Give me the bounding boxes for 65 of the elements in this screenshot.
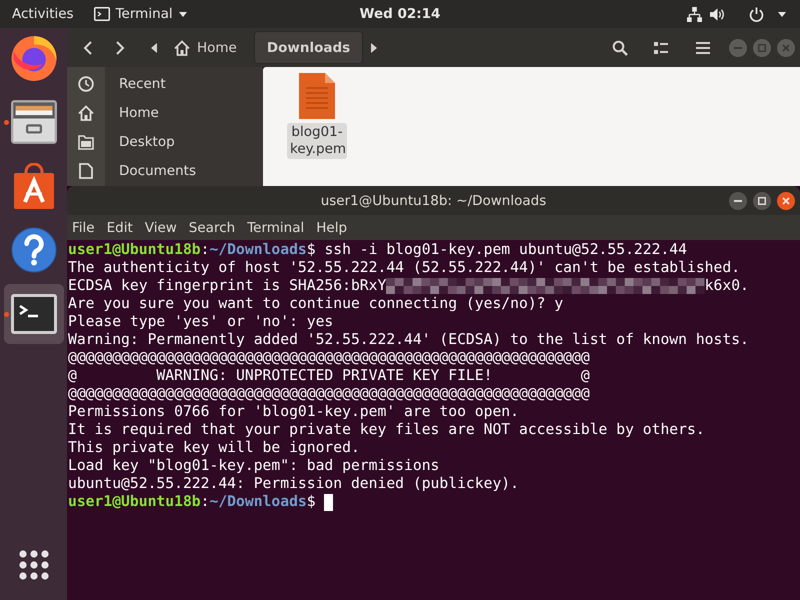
power-icon[interactable] [749,6,764,22]
chevron-left-icon[interactable] [83,40,93,56]
list-view-icon[interactable] [653,40,669,56]
menu-item[interactable]: Help [313,218,350,238]
search-icon[interactable] [612,40,628,56]
menu-item[interactable]: Edit [104,218,136,238]
app-grid-icon[interactable] [18,550,48,580]
terminal-line: user1@Ubuntu18b:~/Downloads$ ssh -i blog01-key.pem ubuntu@52.55.222.44 [68,241,687,259]
home-icon [174,40,190,56]
terminal-line: It is required that your private key files are NOT accessible by others. [68,421,705,439]
terminal-line: user1@Ubuntu18b:~/Downloads$ [68,493,316,511]
chevron-right-icon[interactable] [115,40,125,56]
menu-item[interactable]: Terminal [244,218,308,238]
document-icon[interactable] [299,73,335,119]
terminal-line: Warning: Permanently added '52.55.222.44' (ECDSA) to the list of known hosts. [68,331,749,349]
terminal-icon [10,291,56,337]
terminal-line: This private key will be ignored. [68,439,360,457]
caret-icon [178,12,187,16]
menu-icon[interactable] [695,40,711,56]
terminal-line: Load key "blog01-key.pem": bad permissions [68,457,440,475]
file-cabinet-icon [10,99,56,145]
help-icon [10,227,56,273]
caret-icon[interactable] [778,12,786,16]
minimize-button[interactable] [729,192,747,210]
terminal-line: k6x0. [704,277,749,295]
close-button[interactable] [777,192,795,210]
sidebar-item[interactable]: Desktop [67,127,263,156]
window-title: user1@Ubuntu18b: ~/Downloads [320,192,546,208]
clock-icon [78,76,94,92]
terminal-line: The authenticity of host '52.55.222.44 (52.55.222.44)' can't be established. [68,259,740,277]
terminal-line: ECDSA key fingerprint is SHA256:bRxY [68,277,386,295]
terminal-icon [94,7,110,21]
volume-icon[interactable] [710,6,725,22]
browser-icon [10,35,56,81]
maximize-icon [758,44,766,52]
sidebar-item[interactable]: Recent [67,69,263,98]
menu-item[interactable]: View [142,218,180,238]
activities-button[interactable]: Activities [12,3,74,25]
sidebar-item[interactable]: Home [67,98,263,127]
triangle-left-icon[interactable] [151,42,157,52]
maximize-button[interactable] [753,192,771,210]
menu-item[interactable]: File [69,218,98,238]
menu-item[interactable]: Search [186,218,238,238]
terminal-line: @@@@@@@@@@@@@@@@@@@@@@@@@@@@@@@@@@@@@@@@@@@@@@@@@@@@@@@@@@@ [68,349,590,367]
terminal-line: Are you sure you want to continue connecting (yes/no)? y [68,295,564,313]
path-button[interactable]: Downloads [254,31,364,64]
terminal-line: @@@@@@@@@@@@@@@@@@@@@@@@@@@@@@@@@@@@@@@@@@@@@@@@@@@@@@@@@@@ [68,385,590,403]
path-button[interactable]: Home [161,31,250,64]
terminal-line: ubuntu@52.55.222.44: Permission denied (publickey). [68,475,519,493]
maximize-icon [758,196,766,204]
file-name[interactable]: blog01-key.pem [287,123,347,159]
sidebar-item[interactable]: Documents [67,156,263,185]
close-icon [782,196,790,204]
home-icon [78,104,94,120]
dock-item[interactable] [4,284,64,344]
terminal-line: Please type 'yes' or 'no': yes [68,313,334,331]
triangle-right-icon[interactable] [371,42,378,52]
terminal-line: @ WARNING: UNPROTECTED PRIVATE KEY FILE! @ [68,367,590,385]
terminal-line: Permissions 0766 for 'blog01-key.pem' are too open. [68,403,519,421]
close-icon [782,44,790,52]
app-menu[interactable]: Terminal [94,3,187,25]
clock[interactable]: Wed 02:14 [360,3,440,25]
document-icon [78,162,94,178]
network-icon[interactable] [687,6,702,22]
folder-icon [78,134,94,150]
